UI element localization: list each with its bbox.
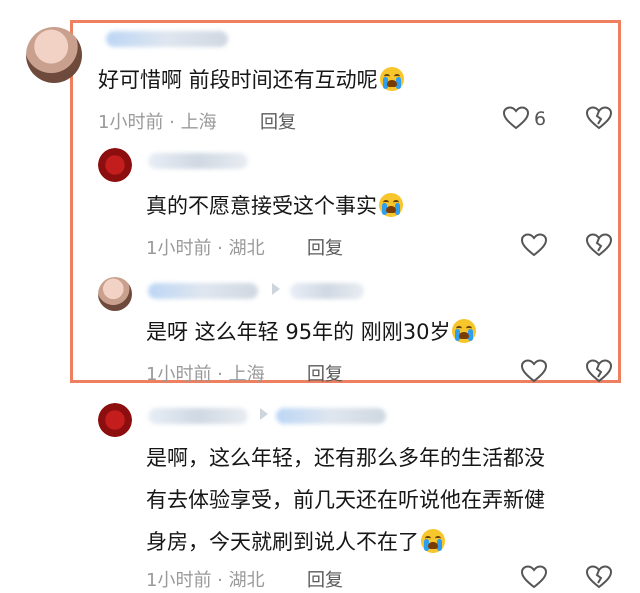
heart-icon bbox=[503, 106, 529, 130]
comment-text: 真的不愿意接受这个事实 bbox=[146, 188, 403, 225]
crying-face-emoji bbox=[379, 67, 404, 91]
broken-heart-icon bbox=[586, 359, 612, 383]
avatar[interactable] bbox=[98, 403, 132, 437]
reply-arrow-icon bbox=[260, 408, 268, 420]
crying-face-emoji bbox=[379, 193, 403, 217]
heart-icon bbox=[521, 359, 547, 383]
like-button[interactable] bbox=[521, 233, 547, 261]
broken-heart-icon bbox=[586, 106, 612, 130]
crying-face-emoji bbox=[452, 319, 477, 343]
dislike-button[interactable] bbox=[586, 233, 612, 261]
username-blurred[interactable] bbox=[148, 283, 258, 299]
like-button[interactable] bbox=[503, 106, 529, 134]
username-blurred[interactable] bbox=[148, 408, 248, 424]
dislike-button[interactable] bbox=[586, 565, 612, 593]
broken-heart-icon bbox=[586, 233, 612, 257]
avatar[interactable] bbox=[26, 27, 82, 83]
reply-to-username-blurred[interactable] bbox=[276, 408, 386, 424]
reply-arrow-icon bbox=[272, 283, 280, 295]
avatar[interactable] bbox=[98, 277, 132, 311]
reply-button[interactable]: 回复 bbox=[307, 360, 343, 386]
heart-icon bbox=[521, 233, 547, 257]
like-button[interactable] bbox=[521, 565, 547, 593]
like-count: 6 bbox=[534, 108, 547, 130]
reply-button[interactable]: 回复 bbox=[307, 234, 343, 260]
reply-button[interactable]: 回复 bbox=[307, 566, 343, 592]
avatar[interactable] bbox=[98, 148, 132, 182]
dislike-button[interactable] bbox=[586, 106, 612, 134]
username-blurred[interactable] bbox=[106, 31, 228, 47]
comment-meta: 1小时前 · 湖北 bbox=[146, 570, 265, 591]
like-button[interactable] bbox=[521, 359, 547, 387]
comment-text: 是啊，这么年轻，还有那么多年的生活都没 有去体验享受，前几天还在听说他在弄新健 … bbox=[146, 446, 545, 554]
comment-text: 是呀 这么年轻 95年的 刚刚30岁 bbox=[146, 314, 477, 351]
broken-heart-icon bbox=[586, 565, 612, 589]
comment-text: 好可惜啊 前段时间还有互动呢 bbox=[98, 62, 404, 99]
dislike-button[interactable] bbox=[586, 359, 612, 387]
heart-icon bbox=[521, 565, 547, 589]
comment-meta: 1小时前 · 上海 bbox=[146, 364, 265, 385]
comment-meta: 1小时前 · 湖北 bbox=[146, 238, 265, 259]
reply-to-username-blurred[interactable] bbox=[290, 283, 364, 299]
reply-button[interactable]: 回复 bbox=[260, 108, 296, 134]
crying-face-emoji bbox=[421, 529, 445, 553]
username-blurred[interactable] bbox=[148, 153, 248, 169]
comment-meta: 1小时前 · 上海 bbox=[98, 112, 217, 133]
